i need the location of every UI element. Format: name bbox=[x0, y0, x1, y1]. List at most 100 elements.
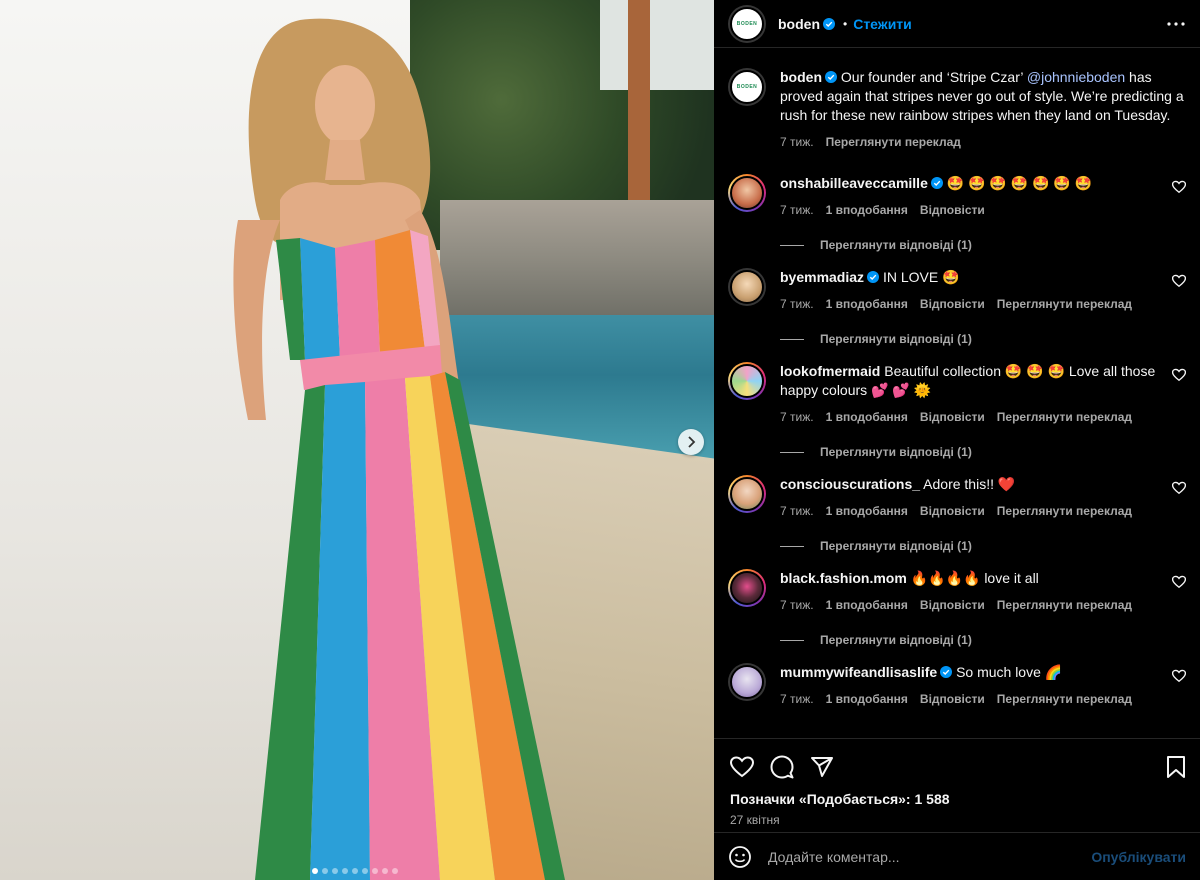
commenter-avatar[interactable] bbox=[728, 569, 766, 607]
like-button[interactable] bbox=[728, 753, 756, 781]
carousel-dot[interactable] bbox=[332, 868, 338, 874]
replies-line bbox=[780, 244, 804, 246]
replies-line bbox=[780, 451, 804, 453]
author-avatar[interactable]: BODEN bbox=[728, 4, 766, 43]
commenter-username[interactable]: consciouscurations_ bbox=[780, 476, 920, 492]
comment-button[interactable] bbox=[768, 753, 796, 781]
comment-input[interactable] bbox=[768, 848, 1092, 865]
more-options-button[interactable] bbox=[1164, 12, 1188, 36]
carousel-dot[interactable] bbox=[352, 868, 358, 874]
caption-avatar[interactable]: BODEN bbox=[728, 68, 766, 106]
view-replies-label: Переглянути відповіді (1) bbox=[820, 539, 972, 553]
likes-count[interactable]: Позначки «Подобається»: 1 588 bbox=[714, 791, 1200, 807]
carousel-next-button[interactable] bbox=[678, 429, 704, 455]
view-replies-button[interactable]: Переглянути відповіді (1) bbox=[780, 539, 1186, 553]
translate-link[interactable]: Переглянути переклад bbox=[997, 690, 1132, 709]
translate-link[interactable]: Переглянути переклад bbox=[997, 295, 1132, 314]
comment-block: lookofmermaid Beautiful collection 🤩 🤩 🤩… bbox=[728, 362, 1186, 459]
commenter-username[interactable]: lookofmermaid bbox=[780, 363, 880, 379]
commenter-username[interactable]: mummywifeandlisaslife bbox=[780, 664, 937, 680]
comment-likes[interactable]: 1 вподобання bbox=[826, 295, 908, 314]
reply-button[interactable]: Відповісти bbox=[920, 502, 985, 521]
heart-icon bbox=[730, 756, 754, 778]
comment-likes[interactable]: 1 вподобання bbox=[826, 690, 908, 709]
publish-button[interactable]: Опублікувати bbox=[1091, 849, 1186, 865]
comment-time: 7 тиж. bbox=[780, 203, 814, 217]
follow-button[interactable]: Стежити bbox=[853, 16, 912, 32]
separator-dot: • bbox=[843, 16, 848, 31]
caption-mention-link[interactable]: @johnnieboden bbox=[1027, 69, 1125, 85]
carousel-dot[interactable] bbox=[312, 868, 318, 874]
comment-icon bbox=[770, 755, 794, 779]
view-replies-button[interactable]: Переглянути відповіді (1) bbox=[780, 445, 1186, 459]
commenter-username[interactable]: onshabilleaveccamille bbox=[780, 175, 928, 191]
comment-block: byemmadiaz IN LOVE 🤩 7 тиж. 1 вподобання Ві… bbox=[728, 268, 1186, 346]
commenter-avatar[interactable] bbox=[728, 174, 766, 212]
heart-icon[interactable] bbox=[1172, 481, 1186, 495]
verified-icon bbox=[867, 271, 880, 283]
comment-meta: 7 тиж. 1 вподобання Відповісти Переглянути … bbox=[780, 596, 1162, 615]
comment-likes[interactable]: 1 вподобання bbox=[826, 201, 908, 220]
comment: onshabilleaveccamille 🤩 🤩 🤩 🤩 🤩 🤩 🤩 7 тиж… bbox=[728, 174, 1186, 220]
view-replies-button[interactable]: Переглянути відповіді (1) bbox=[780, 633, 1186, 647]
view-replies-button[interactable]: Переглянути відповіді (1) bbox=[780, 238, 1186, 252]
comment-text: IN LOVE 🤩 bbox=[882, 269, 960, 285]
comment-block: mummywifeandlisaslife So much love 🌈 7 ти… bbox=[728, 663, 1186, 709]
comment-likes[interactable]: 1 вподобання bbox=[826, 408, 908, 427]
carousel-dot[interactable] bbox=[392, 868, 398, 874]
commenter-avatar[interactable] bbox=[728, 362, 766, 400]
share-button[interactable] bbox=[808, 753, 836, 781]
caption-username[interactable]: boden bbox=[780, 69, 822, 85]
carousel-dot[interactable] bbox=[322, 868, 328, 874]
comment-meta: 7 тиж. 1 вподобання Відповісти Переглянути … bbox=[780, 690, 1162, 709]
carousel-dot[interactable] bbox=[342, 868, 348, 874]
carousel-dot[interactable] bbox=[382, 868, 388, 874]
reply-button[interactable]: Відповісти bbox=[920, 596, 985, 615]
heart-icon[interactable] bbox=[1172, 368, 1186, 382]
comments-list[interactable]: BODEN boden Our founder and ‘Stripe Czar… bbox=[714, 48, 1200, 738]
commenter-username[interactable]: byemmadiaz bbox=[780, 269, 864, 285]
translate-link[interactable]: Переглянути переклад bbox=[997, 408, 1132, 427]
view-replies-label: Переглянути відповіді (1) bbox=[820, 445, 972, 459]
caption-translate-link[interactable]: Переглянути переклад bbox=[826, 133, 961, 152]
commenter-username[interactable]: black.fashion.mom bbox=[780, 570, 907, 586]
emoji-button[interactable] bbox=[728, 845, 752, 869]
verified-icon bbox=[823, 17, 835, 30]
heart-icon[interactable] bbox=[1172, 180, 1186, 194]
post-photo[interactable] bbox=[0, 0, 714, 880]
reply-button[interactable]: Відповісти bbox=[920, 408, 985, 427]
comment-meta: 7 тиж. 1 вподобання Відповісти Переглянути … bbox=[780, 502, 1162, 521]
comment: mummywifeandlisaslife So much love 🌈 7 ти… bbox=[728, 663, 1186, 709]
heart-icon[interactable] bbox=[1172, 575, 1186, 589]
translate-link[interactable]: Переглянути переклад bbox=[997, 502, 1132, 521]
save-button[interactable] bbox=[1162, 753, 1190, 781]
replies-line bbox=[780, 639, 804, 641]
reply-button[interactable]: Відповісти bbox=[920, 201, 985, 220]
carousel-dot[interactable] bbox=[372, 868, 378, 874]
heart-icon[interactable] bbox=[1172, 274, 1186, 288]
commenter-avatar[interactable] bbox=[728, 268, 766, 306]
carousel-dot[interactable] bbox=[362, 868, 368, 874]
comment-text: Adore this!! ❤️ bbox=[923, 476, 1016, 492]
reply-button[interactable]: Відповісти bbox=[920, 690, 985, 709]
comment-block: onshabilleaveccamille 🤩 🤩 🤩 🤩 🤩 🤩 🤩 7 тиж… bbox=[728, 174, 1186, 252]
comment-time: 7 тиж. bbox=[780, 692, 814, 706]
commenter-avatar[interactable] bbox=[728, 475, 766, 513]
translate-link[interactable]: Переглянути переклад bbox=[997, 596, 1132, 615]
post-header: BODEN boden • Стежити bbox=[714, 0, 1200, 48]
view-replies-label: Переглянути відповіді (1) bbox=[820, 332, 972, 346]
chevron-right-icon bbox=[688, 436, 696, 448]
comment-text: So much love 🌈 bbox=[956, 664, 1063, 680]
comment-likes[interactable]: 1 вподобання bbox=[826, 596, 908, 615]
view-replies-button[interactable]: Переглянути відповіді (1) bbox=[780, 332, 1186, 346]
replies-line bbox=[780, 338, 804, 340]
comment-text: 🔥🔥🔥🔥 love it all bbox=[910, 570, 1039, 586]
commenter-avatar[interactable] bbox=[728, 663, 766, 701]
comment-likes[interactable]: 1 вподобання bbox=[826, 502, 908, 521]
reply-button[interactable]: Відповісти bbox=[920, 295, 985, 314]
action-icons bbox=[714, 739, 1200, 785]
verified-icon bbox=[825, 71, 837, 83]
caption-text: Our founder and ‘Stripe Czar’ bbox=[837, 69, 1027, 85]
author-username[interactable]: boden bbox=[778, 16, 820, 32]
heart-icon[interactable] bbox=[1172, 669, 1186, 683]
